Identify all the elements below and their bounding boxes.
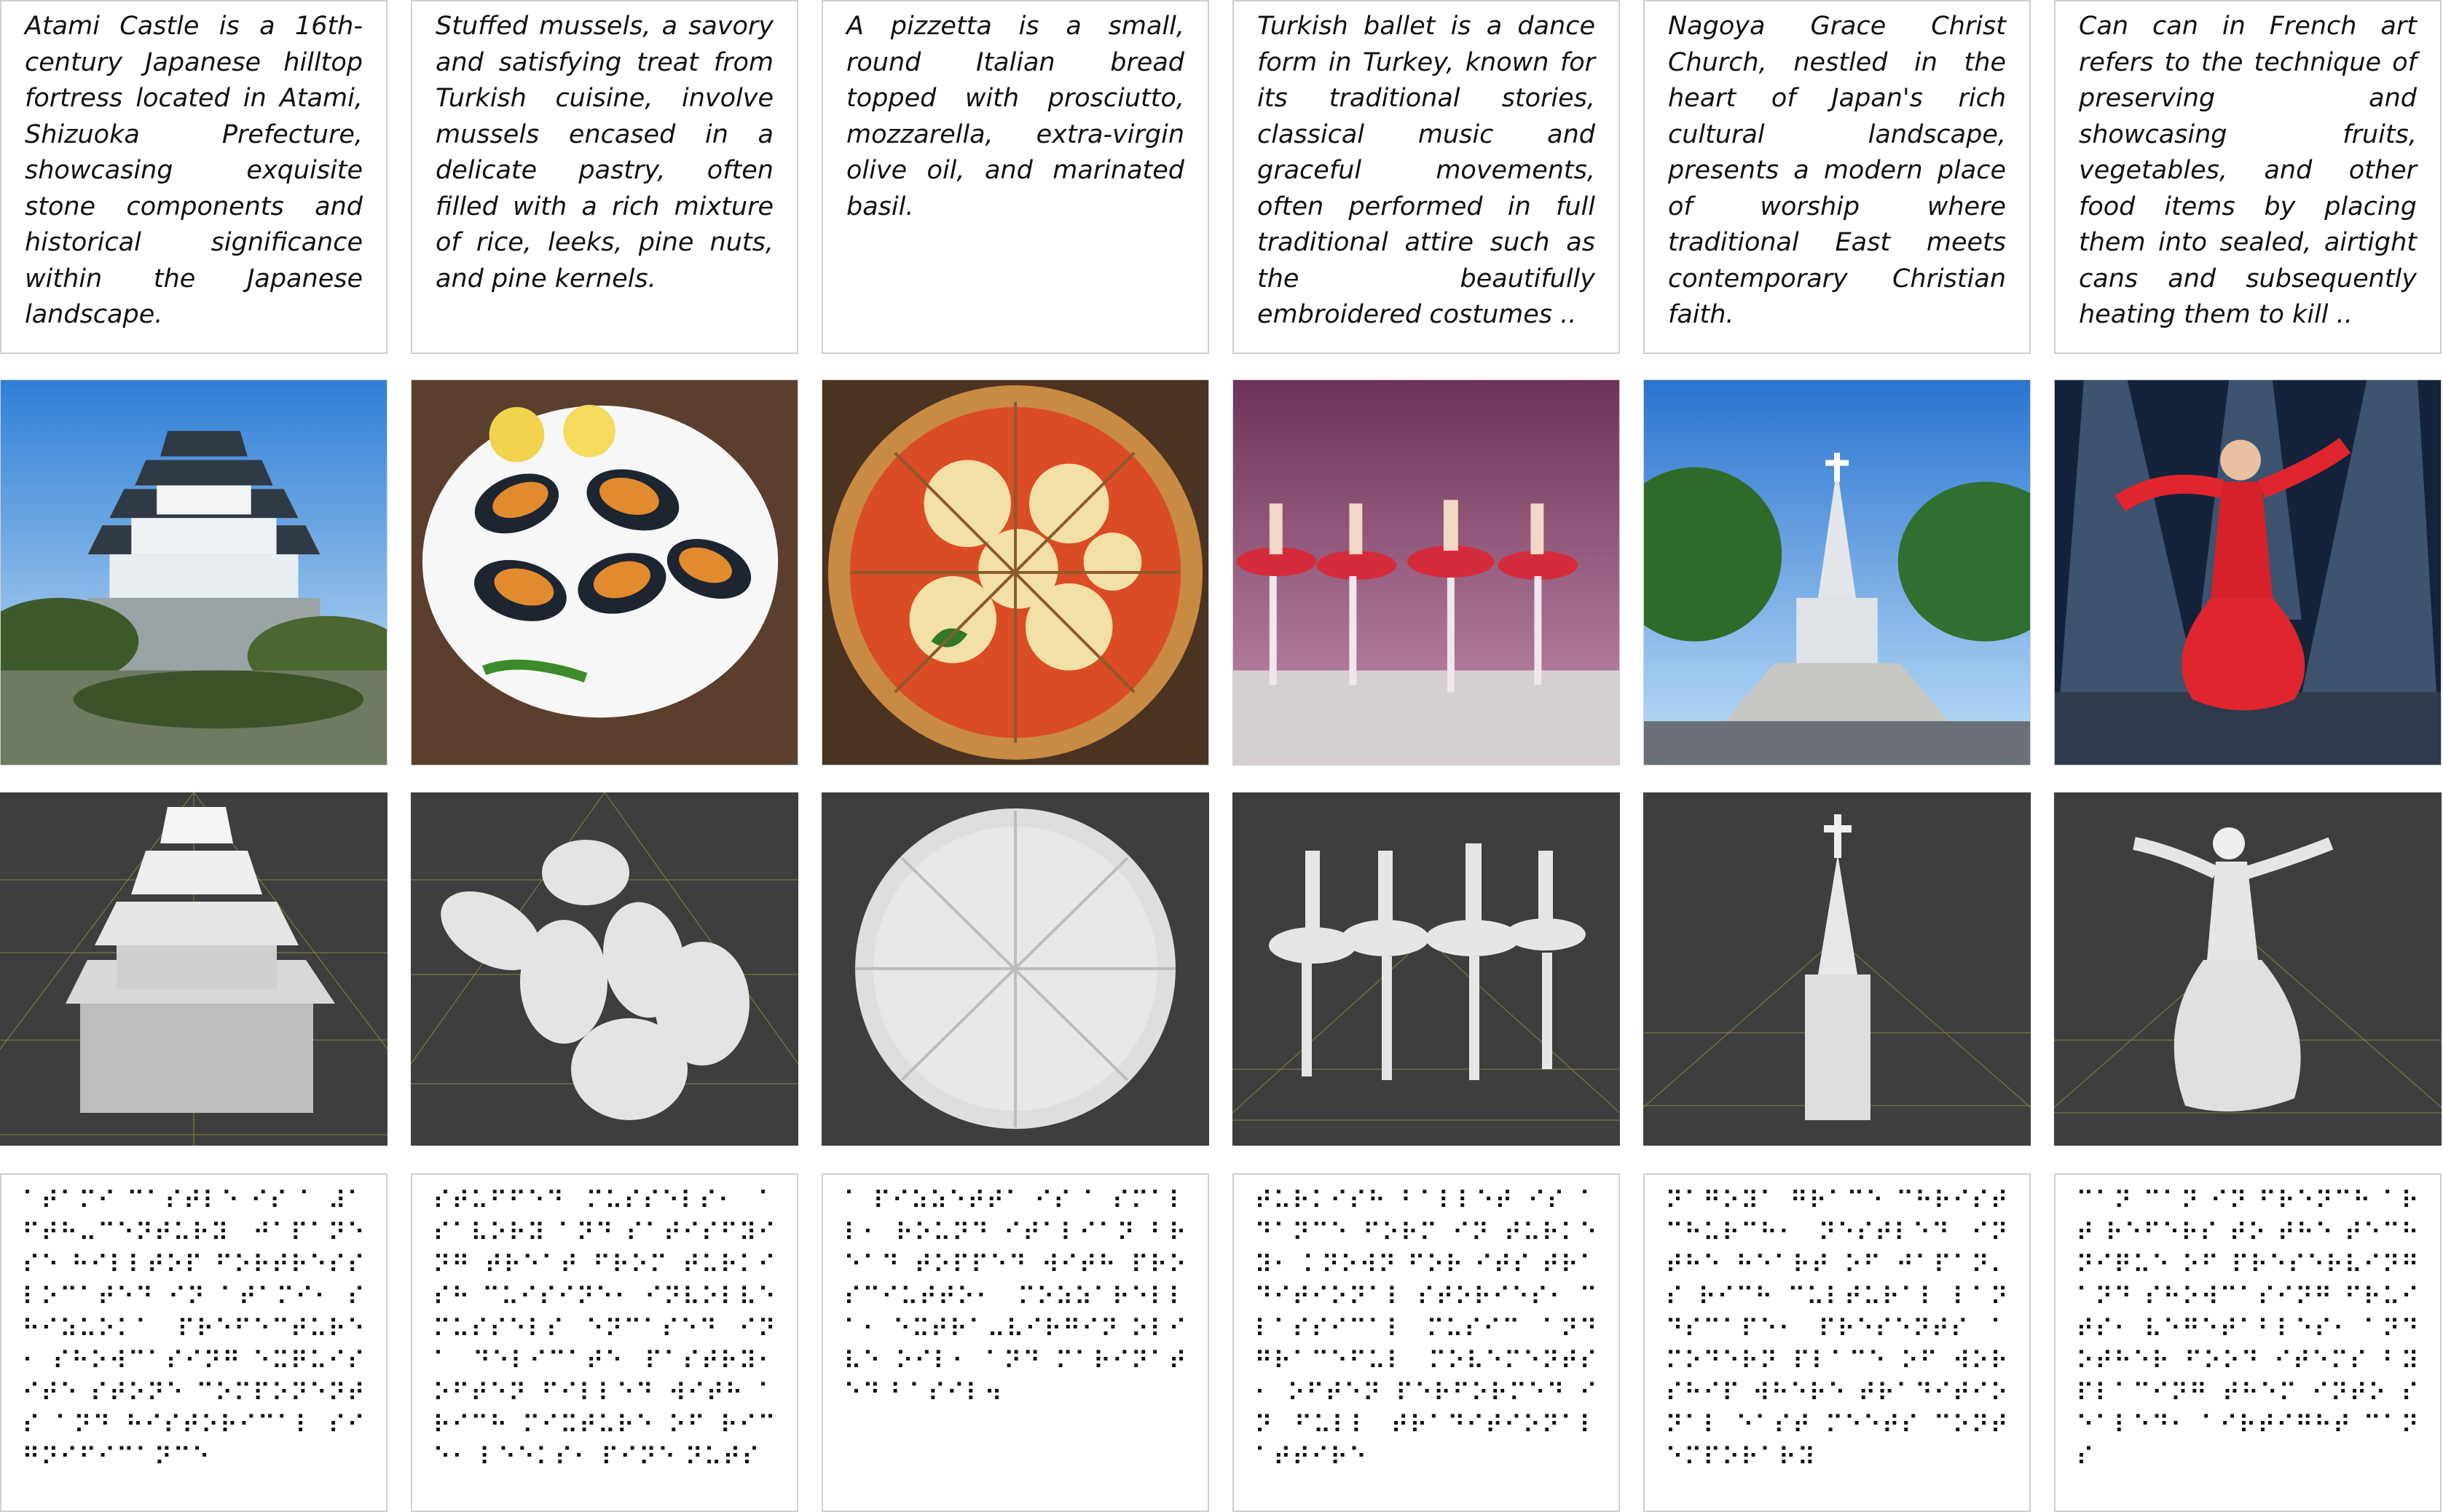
mussels-3d-model bbox=[411, 792, 798, 1146]
pizza-photo bbox=[822, 379, 1209, 765]
column-pizza: A pizzetta is a small, round Italian bre… bbox=[822, 0, 1209, 1512]
column-ballet: Turkish ballet is a dance form in Turkey… bbox=[1232, 0, 1620, 1512]
braille-text: ⠎⠞⠥⠋⠋⠑⠙ ⠍⠥⠎⠎⠑⠇⠎⠂ ⠁ ⠎⠁⠧⠕⠗⠽ ⠁⠝⠙ ⠎⠁⠞⠊⠎⠋⠽⠊⠝⠛… bbox=[411, 1173, 798, 1512]
mussels-photo bbox=[411, 379, 798, 765]
ballet-3d-model bbox=[1232, 792, 1620, 1146]
pizza-3d-model bbox=[822, 792, 1209, 1146]
description-text: Nagoya Grace Christ Church, nestled in t… bbox=[1643, 0, 2031, 354]
braille-text: ⠝⠁⠛⠕⠽⠁ ⠛⠗⠁⠉⠑ ⠉⠓⠗⠊⠎⠞ ⠉⠓⠥⠗⠉⠓⠂ ⠝⠑⠎⠞⠇⠑⠙ ⠊⠝ ⠞… bbox=[1643, 1173, 2031, 1512]
column-dancer: Can can in French art refers to the tech… bbox=[2054, 0, 2442, 1512]
castle-3d-model bbox=[0, 792, 388, 1146]
column-church: Nagoya Grace Christ Church, nestled in t… bbox=[1643, 0, 2031, 1512]
column-castle: Atami Castle is a 16th-century Japanese … bbox=[0, 0, 388, 1512]
braille-text: ⠉⠁⠝ ⠉⠁⠝ ⠊⠝ ⠋⠗⠑⠝⠉⠓ ⠁⠗⠞ ⠗⠑⠋⠑⠗⠎ ⠞⠕ ⠞⠓⠑ ⠞⠑⠉⠓… bbox=[2054, 1173, 2442, 1512]
description-text: Atami Castle is a 16th-century Japanese … bbox=[0, 0, 388, 354]
dancer-3d-model bbox=[2054, 792, 2442, 1146]
description-text: Turkish ballet is a dance form in Turkey… bbox=[1232, 0, 1620, 354]
braille-text: ⠞⠥⠗⠅⠊⠎⠓ ⠃⠁⠇⠇⠑⠞ ⠊⠎ ⠁ ⠙⠁⠝⠉⠑ ⠋⠕⠗⠍ ⠊⠝ ⠞⠥⠗⠅⠑⠽… bbox=[1232, 1173, 1620, 1512]
dancer-photo bbox=[2054, 379, 2442, 765]
description-text: A pizzetta is a small, round Italian bre… bbox=[822, 0, 1209, 354]
castle-photo bbox=[0, 379, 388, 765]
church-3d-model bbox=[1643, 792, 2031, 1146]
ballet-photo bbox=[1232, 379, 1620, 765]
column-mussels: Stuffed mussels, a savory and satisfying… bbox=[411, 0, 798, 1512]
braille-text: ⠁ ⠏⠊⠵⠵⠑⠞⠞⠁ ⠊⠎ ⠁ ⠎⠍⠁⠇⠇⠂ ⠗⠕⠥⠝⠙ ⠊⠞⠁⠇⠊⠁⠝ ⠃⠗⠑… bbox=[822, 1173, 1209, 1512]
description-text: Stuffed mussels, a savory and satisfying… bbox=[411, 0, 798, 354]
braille-text: ⠁⠞⠁⠍⠊ ⠉⠁⠎⠞⠇⠑ ⠊⠎ ⠁ ⠼⠁⠋⠞⠓⠤⠉⠑⠝⠞⠥⠗⠽ ⠚⠁⠏⠁⠝⠑⠎⠑… bbox=[0, 1173, 388, 1512]
description-text: Can can in French art refers to the tech… bbox=[2054, 0, 2442, 354]
church-photo bbox=[1643, 379, 2031, 765]
